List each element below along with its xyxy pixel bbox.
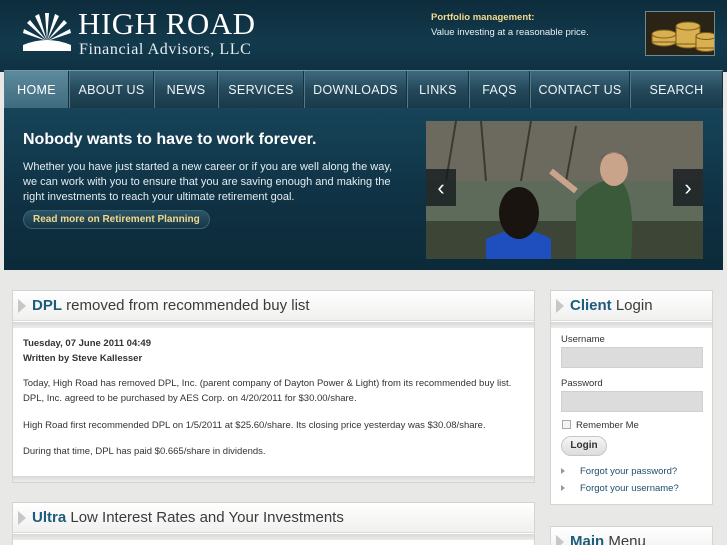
article-author: Written by Steve Kallesser xyxy=(23,353,143,364)
site-header: HIGH ROAD Financial Advisors, LLC Portfo… xyxy=(0,0,727,72)
sunburst-logo-icon[interactable] xyxy=(23,11,71,51)
forgot-password-link[interactable]: Forgot your password? xyxy=(580,466,677,477)
login-title: Client Login xyxy=(570,297,653,314)
nav-links[interactable]: LINKS xyxy=(407,71,469,108)
article-title[interactable]: DPL removed from recommended buy list xyxy=(32,297,310,314)
article-header: Ultra Low Interest Rates and Your Invest… xyxy=(13,503,534,533)
remember-me-checkbox[interactable] xyxy=(562,420,571,429)
logo-title[interactable]: HIGH ROAD xyxy=(78,8,256,40)
nav-services[interactable]: SERVICES xyxy=(218,71,304,108)
login-button[interactable]: Login xyxy=(561,436,607,456)
chevron-right-icon xyxy=(556,299,564,313)
main-menu-title: Main Menu xyxy=(570,533,646,545)
login-header: Client Login xyxy=(551,291,712,321)
article-box: DPL removed from recommended buy list Tu… xyxy=(12,290,535,483)
forgot-username-link[interactable]: Forgot your username? xyxy=(580,483,679,494)
nav-search[interactable]: SEARCH xyxy=(630,71,723,108)
username-label: Username xyxy=(561,334,605,345)
coins-image xyxy=(645,11,715,56)
chevron-right-icon xyxy=(18,299,26,313)
tagline-text: Value investing at a reasonable price. xyxy=(431,27,589,38)
banner-photo xyxy=(426,121,703,259)
article-paragraph: During that time, DPL has paid $0.665/sh… xyxy=(23,446,266,457)
slide-prev-arrow-icon[interactable]: ‹ xyxy=(426,169,456,206)
nav-contact-us[interactable]: CONTACT US xyxy=(530,71,630,108)
remember-me-label: Remember Me xyxy=(576,420,639,431)
nav-about-us[interactable]: ABOUT US xyxy=(69,71,154,108)
read-more-button[interactable]: Read more on Retirement Planning xyxy=(23,210,210,229)
username-input[interactable] xyxy=(561,347,703,368)
article-paragraph: Today, High Road has removed DPL, Inc. (… xyxy=(23,378,512,404)
nav-faqs[interactable]: FAQS xyxy=(469,71,530,108)
password-input[interactable] xyxy=(561,391,703,412)
password-label: Password xyxy=(561,378,603,389)
main-navigation: HOME ABOUT US NEWS SERVICES DOWNLOADS LI… xyxy=(4,70,723,108)
tagline-title: Portfolio management: xyxy=(431,12,535,23)
client-login-box: Client Login Username Password Remember … xyxy=(550,290,713,505)
bullet-arrow-icon xyxy=(561,485,565,491)
banner-title: Nobody wants to have to work forever. xyxy=(23,131,317,148)
article-date: Tuesday, 07 June 2011 04:49 xyxy=(23,338,151,349)
chevron-right-icon xyxy=(18,511,26,525)
logo-subtitle: Financial Advisors, LLC xyxy=(79,41,252,58)
banner-text: Whether you have just started a new care… xyxy=(23,161,393,203)
article-box: Ultra Low Interest Rates and Your Invest… xyxy=(12,502,535,545)
main-menu-box: Main Menu xyxy=(550,526,713,545)
bullet-arrow-icon xyxy=(561,468,565,474)
article-paragraph: High Road first recommended DPL on 1/5/2… xyxy=(23,420,486,431)
slide-next-arrow-icon[interactable]: › xyxy=(673,169,703,206)
nav-home[interactable]: HOME xyxy=(4,71,69,108)
nav-downloads[interactable]: DOWNLOADS xyxy=(304,71,407,108)
hero-banner: Nobody wants to have to work forever. Wh… xyxy=(4,108,723,270)
main-menu-header: Main Menu xyxy=(551,527,712,545)
article-title[interactable]: Ultra Low Interest Rates and Your Invest… xyxy=(32,509,344,526)
nav-news[interactable]: NEWS xyxy=(154,71,218,108)
article-header: DPL removed from recommended buy list xyxy=(13,291,534,321)
chevron-right-icon xyxy=(556,535,564,545)
